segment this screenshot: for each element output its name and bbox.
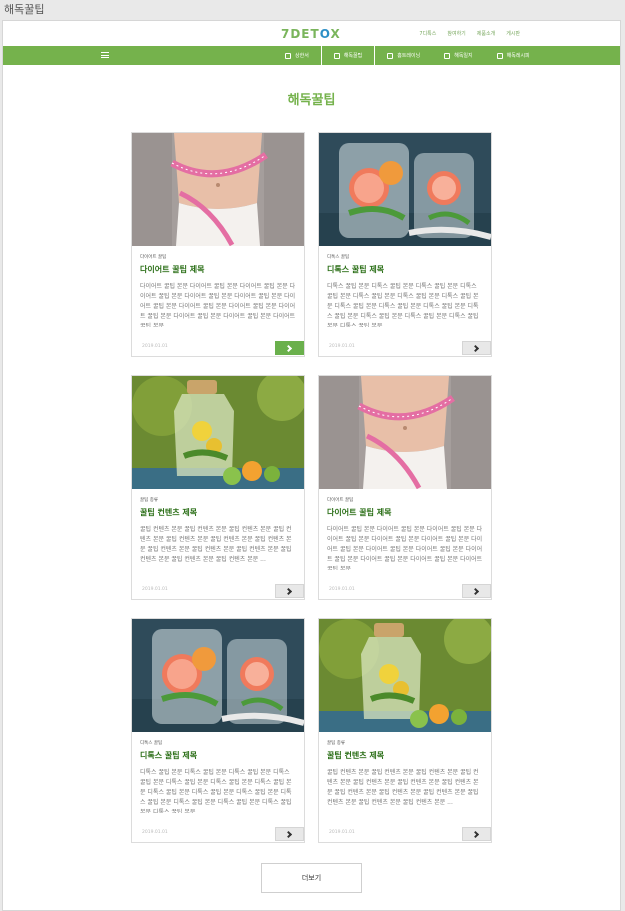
window-title: 해독꿀팁 xyxy=(4,3,45,16)
load-more-button[interactable]: 더보기 xyxy=(261,863,362,893)
content-card[interactable]: 디톡스 꿀팁 디톡스 꿀팁 제목 디톡스 꿀팁 본문 디톡스 꿀팁 본문 디톡스… xyxy=(131,618,305,843)
card-title[interactable]: 다이어트 꿀팁 제목 xyxy=(327,507,391,518)
nav-item-home-training[interactable]: 홈트레이닝 xyxy=(375,46,432,65)
card-image[interactable] xyxy=(319,133,491,246)
recipe-icon xyxy=(496,52,503,59)
journal-icon xyxy=(444,52,451,59)
chevron-right-icon xyxy=(471,587,480,595)
page: 7DETOX 7디톡스 참여하기 제품소개 게시판 상한서 해독꿀팁 홈트레이닝… xyxy=(2,20,621,911)
card-image[interactable] xyxy=(319,376,491,489)
card-body: 디톡스 꿀팁 본문 디톡스 꿀팁 본문 디톡스 꿀팁 본문 디톡스 꿀팁 본문 … xyxy=(327,283,479,327)
card-body: 다이어트 꿀팁 본문 다이어트 꿀팁 본문 다이어트 꿀팁 본문 다이어트 꿀팁… xyxy=(140,283,296,327)
nav-label: 해독꿀팁 xyxy=(343,53,363,59)
content-card[interactable]: 꿀팁 종류 꿀팁 컨텐츠 제목 꿀팁 컨텐츠 본문 꿀팁 컨텐츠 본문 꿀팁 컨… xyxy=(131,375,305,600)
main-navbar: 상한서 해독꿀팁 홈트레이닝 해독일지 해독레시피 xyxy=(3,46,620,65)
card-category: 꿀팁 종류 xyxy=(327,741,345,746)
top-link-join[interactable]: 참여하기 xyxy=(447,30,465,37)
nav-label: 해독레시피 xyxy=(506,53,530,59)
content-card[interactable]: 꿀팁 종류 꿀팁 컨텐츠 제목 꿀팁 컨텐츠 본문 꿀팁 컨텐츠 본문 꿀팁 컨… xyxy=(318,618,492,843)
chevron-right-icon xyxy=(471,830,480,838)
card-category: 다이어트 꿀팁 xyxy=(140,255,167,260)
content-card[interactable]: 디톡스 꿀팁 디톡스 꿀팁 제목 디톡스 꿀팁 본문 디톡스 꿀팁 본문 디톡스… xyxy=(318,132,492,357)
card-more-button[interactable] xyxy=(275,827,304,841)
card-body: 디톡스 꿀팁 본문 디톡스 꿀팁 본문 디톡스 꿀팁 본문 디톡스 꿀팁 본문 … xyxy=(140,769,292,813)
nav-label: 해독일지 xyxy=(454,53,473,59)
card-body: 다이어트 꿀팁 본문 다이어트 꿀팁 본문 다이어트 꿀팁 본문 다이어트 꿀팁… xyxy=(327,526,483,570)
card-image[interactable] xyxy=(132,133,304,246)
card-title[interactable]: 디톡스 꿀팁 제목 xyxy=(327,264,384,275)
nav-label: 홈트레이닝 xyxy=(397,53,421,59)
pot-icon xyxy=(333,52,340,59)
card-date: 2019.01.01 xyxy=(329,344,355,349)
card-category: 다이어트 꿀팁 xyxy=(327,498,354,503)
card-date: 2019.01.01 xyxy=(142,587,168,592)
site-logo[interactable]: 7DETOX xyxy=(281,27,341,41)
nav-item-recipe[interactable]: 해독레시피 xyxy=(485,46,542,65)
card-body: 꿀팁 컨텐츠 본문 꿀팁 컨텐츠 본문 꿀팁 컨텐츠 본문 꿀팁 컨텐츠 본문 … xyxy=(140,526,292,563)
card-title[interactable]: 꿀팁 컨텐츠 제목 xyxy=(140,507,197,518)
card-title[interactable]: 다이어트 꿀팁 제목 xyxy=(140,264,204,275)
top-links: 7디톡스 참여하기 제품소개 게시판 xyxy=(419,30,520,37)
card-more-button[interactable] xyxy=(462,584,491,598)
card-image[interactable] xyxy=(132,376,304,489)
chevron-right-icon xyxy=(284,587,293,595)
section-title: 해독꿀팁 xyxy=(287,93,336,108)
content-card[interactable]: 다이어트 꿀팁 다이어트 꿀팁 제목 다이어트 꿀팁 본문 다이어트 꿀팁 본문… xyxy=(131,132,305,357)
card-body: 꿀팁 컨텐츠 본문 꿀팁 컨텐츠 본문 꿀팁 컨텐츠 본문 꿀팁 컨텐츠 본문 … xyxy=(327,769,479,806)
content-card[interactable]: 다이어트 꿀팁 다이어트 꿀팁 제목 다이어트 꿀팁 본문 다이어트 꿀팁 본문… xyxy=(318,375,492,600)
card-more-button[interactable] xyxy=(462,827,491,841)
chevron-right-icon xyxy=(284,344,293,352)
card-title[interactable]: 디톡스 꿀팁 제목 xyxy=(140,750,197,761)
top-link-7detox[interactable]: 7디톡스 xyxy=(419,30,436,37)
document-icon xyxy=(285,52,291,59)
hamburger-icon[interactable] xyxy=(101,52,109,58)
nav-item-journal[interactable]: 해독일지 xyxy=(432,46,484,65)
chevron-right-icon xyxy=(471,344,480,352)
top-link-board[interactable]: 게시판 xyxy=(506,30,520,37)
dumbbell-icon xyxy=(387,52,394,59)
nav-item-tips[interactable]: 해독꿀팁 xyxy=(320,46,376,65)
card-more-button[interactable] xyxy=(275,584,304,598)
card-image[interactable] xyxy=(319,619,491,732)
chevron-right-icon xyxy=(284,830,293,838)
card-category: 꿀팁 종류 xyxy=(140,498,158,503)
nav-items: 상한서 해독꿀팁 홈트레이닝 해독일지 해독레시피 xyxy=(273,46,542,65)
card-image[interactable] xyxy=(132,619,304,732)
card-date: 2019.01.01 xyxy=(329,587,355,592)
card-date: 2019.01.01 xyxy=(329,830,355,835)
card-category: 디톡스 꿀팁 xyxy=(327,255,350,260)
nav-label: 상한서 xyxy=(295,53,309,59)
nav-item-0[interactable]: 상한서 xyxy=(273,46,321,65)
card-more-button[interactable] xyxy=(275,341,304,355)
card-category: 디톡스 꿀팁 xyxy=(140,741,163,746)
card-date: 2019.01.01 xyxy=(142,830,168,835)
card-more-button[interactable] xyxy=(462,341,491,355)
card-title[interactable]: 꿀팁 컨텐츠 제목 xyxy=(327,750,384,761)
top-link-products[interactable]: 제품소개 xyxy=(477,30,495,37)
card-date: 2019.01.01 xyxy=(142,344,168,349)
top-bar: 7DETOX 7디톡스 참여하기 제품소개 게시판 xyxy=(3,21,620,46)
